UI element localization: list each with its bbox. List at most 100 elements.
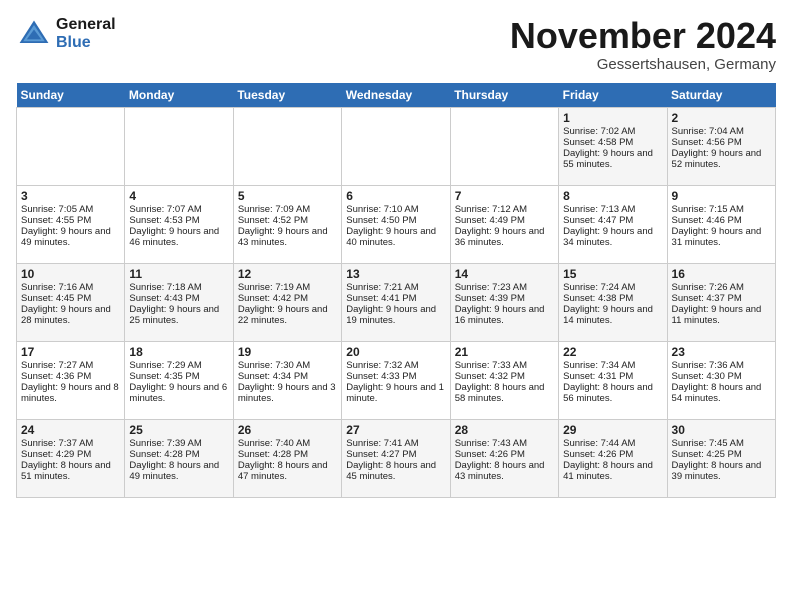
day-info: Sunrise: 7:10 AM bbox=[346, 204, 445, 215]
calendar-cell: 30Sunrise: 7:45 AMSunset: 4:25 PMDayligh… bbox=[667, 419, 775, 497]
day-number: 5 bbox=[238, 189, 337, 203]
calendar-cell: 20Sunrise: 7:32 AMSunset: 4:33 PMDayligh… bbox=[342, 341, 450, 419]
day-info: Daylight: 9 hours and 1 minute. bbox=[346, 382, 445, 404]
calendar-cell bbox=[125, 107, 233, 185]
day-info: Daylight: 9 hours and 11 minutes. bbox=[672, 304, 771, 326]
header-row: Sunday Monday Tuesday Wednesday Thursday… bbox=[17, 83, 776, 108]
day-info: Sunrise: 7:26 AM bbox=[672, 282, 771, 293]
day-info: Sunrise: 7:45 AM bbox=[672, 438, 771, 449]
day-number: 8 bbox=[563, 189, 662, 203]
col-monday: Monday bbox=[125, 83, 233, 108]
day-info: Sunset: 4:35 PM bbox=[129, 371, 228, 382]
calendar-cell: 11Sunrise: 7:18 AMSunset: 4:43 PMDayligh… bbox=[125, 263, 233, 341]
day-number: 4 bbox=[129, 189, 228, 203]
day-number: 28 bbox=[455, 423, 554, 437]
day-info: Sunrise: 7:13 AM bbox=[563, 204, 662, 215]
day-info: Sunset: 4:36 PM bbox=[21, 371, 120, 382]
day-info: Sunrise: 7:16 AM bbox=[21, 282, 120, 293]
day-info: Sunrise: 7:19 AM bbox=[238, 282, 337, 293]
day-info: Sunrise: 7:15 AM bbox=[672, 204, 771, 215]
day-info: Daylight: 9 hours and 31 minutes. bbox=[672, 226, 771, 248]
day-info: Sunrise: 7:04 AM bbox=[672, 126, 771, 137]
day-info: Sunrise: 7:18 AM bbox=[129, 282, 228, 293]
calendar-cell bbox=[17, 107, 125, 185]
col-thursday: Thursday bbox=[450, 83, 558, 108]
calendar-cell: 25Sunrise: 7:39 AMSunset: 4:28 PMDayligh… bbox=[125, 419, 233, 497]
day-number: 16 bbox=[672, 267, 771, 281]
calendar-cell bbox=[450, 107, 558, 185]
calendar-cell: 21Sunrise: 7:33 AMSunset: 4:32 PMDayligh… bbox=[450, 341, 558, 419]
day-info: Sunrise: 7:07 AM bbox=[129, 204, 228, 215]
week-row-2: 10Sunrise: 7:16 AMSunset: 4:45 PMDayligh… bbox=[17, 263, 776, 341]
day-info: Sunset: 4:47 PM bbox=[563, 215, 662, 226]
day-number: 13 bbox=[346, 267, 445, 281]
logo-icon bbox=[16, 16, 52, 52]
day-info: Sunrise: 7:36 AM bbox=[672, 360, 771, 371]
day-info: Sunset: 4:38 PM bbox=[563, 293, 662, 304]
day-number: 1 bbox=[563, 111, 662, 125]
day-info: Sunset: 4:42 PM bbox=[238, 293, 337, 304]
calendar-cell: 6Sunrise: 7:10 AMSunset: 4:50 PMDaylight… bbox=[342, 185, 450, 263]
day-info: Sunset: 4:31 PM bbox=[563, 371, 662, 382]
day-info: Daylight: 9 hours and 3 minutes. bbox=[238, 382, 337, 404]
calendar-cell: 7Sunrise: 7:12 AMSunset: 4:49 PMDaylight… bbox=[450, 185, 558, 263]
calendar-cell: 12Sunrise: 7:19 AMSunset: 4:42 PMDayligh… bbox=[233, 263, 341, 341]
day-number: 2 bbox=[672, 111, 771, 125]
calendar-cell: 13Sunrise: 7:21 AMSunset: 4:41 PMDayligh… bbox=[342, 263, 450, 341]
location: Gessertshausen, Germany bbox=[510, 56, 776, 73]
day-number: 14 bbox=[455, 267, 554, 281]
day-number: 23 bbox=[672, 345, 771, 359]
day-info: Sunset: 4:34 PM bbox=[238, 371, 337, 382]
day-info: Daylight: 9 hours and 52 minutes. bbox=[672, 148, 771, 170]
day-info: Sunset: 4:25 PM bbox=[672, 449, 771, 460]
col-tuesday: Tuesday bbox=[233, 83, 341, 108]
day-info: Sunrise: 7:12 AM bbox=[455, 204, 554, 215]
day-info: Sunset: 4:26 PM bbox=[563, 449, 662, 460]
day-info: Daylight: 8 hours and 58 minutes. bbox=[455, 382, 554, 404]
day-number: 22 bbox=[563, 345, 662, 359]
day-info: Sunrise: 7:39 AM bbox=[129, 438, 228, 449]
day-info: Sunset: 4:58 PM bbox=[563, 137, 662, 148]
calendar-cell bbox=[233, 107, 341, 185]
calendar-cell: 18Sunrise: 7:29 AMSunset: 4:35 PMDayligh… bbox=[125, 341, 233, 419]
calendar-cell: 9Sunrise: 7:15 AMSunset: 4:46 PMDaylight… bbox=[667, 185, 775, 263]
day-info: Daylight: 8 hours and 39 minutes. bbox=[672, 460, 771, 482]
day-info: Sunset: 4:33 PM bbox=[346, 371, 445, 382]
day-info: Daylight: 8 hours and 43 minutes. bbox=[455, 460, 554, 482]
day-info: Daylight: 8 hours and 47 minutes. bbox=[238, 460, 337, 482]
day-info: Sunset: 4:53 PM bbox=[129, 215, 228, 226]
day-info: Sunrise: 7:23 AM bbox=[455, 282, 554, 293]
day-number: 12 bbox=[238, 267, 337, 281]
day-number: 21 bbox=[455, 345, 554, 359]
day-info: Daylight: 9 hours and 34 minutes. bbox=[563, 226, 662, 248]
calendar-cell: 16Sunrise: 7:26 AMSunset: 4:37 PMDayligh… bbox=[667, 263, 775, 341]
calendar-cell: 14Sunrise: 7:23 AMSunset: 4:39 PMDayligh… bbox=[450, 263, 558, 341]
week-row-3: 17Sunrise: 7:27 AMSunset: 4:36 PMDayligh… bbox=[17, 341, 776, 419]
day-info: Sunset: 4:52 PM bbox=[238, 215, 337, 226]
calendar-cell: 5Sunrise: 7:09 AMSunset: 4:52 PMDaylight… bbox=[233, 185, 341, 263]
logo: General Blue bbox=[16, 16, 116, 52]
day-info: Sunrise: 7:44 AM bbox=[563, 438, 662, 449]
day-number: 18 bbox=[129, 345, 228, 359]
calendar-cell: 23Sunrise: 7:36 AMSunset: 4:30 PMDayligh… bbox=[667, 341, 775, 419]
day-info: Sunset: 4:49 PM bbox=[455, 215, 554, 226]
day-info: Sunset: 4:41 PM bbox=[346, 293, 445, 304]
calendar-cell: 15Sunrise: 7:24 AMSunset: 4:38 PMDayligh… bbox=[559, 263, 667, 341]
logo-text: General Blue bbox=[56, 16, 116, 52]
day-info: Sunrise: 7:05 AM bbox=[21, 204, 120, 215]
day-number: 20 bbox=[346, 345, 445, 359]
day-number: 10 bbox=[21, 267, 120, 281]
calendar-cell: 4Sunrise: 7:07 AMSunset: 4:53 PMDaylight… bbox=[125, 185, 233, 263]
col-sunday: Sunday bbox=[17, 83, 125, 108]
calendar-cell: 3Sunrise: 7:05 AMSunset: 4:55 PMDaylight… bbox=[17, 185, 125, 263]
day-info: Daylight: 9 hours and 22 minutes. bbox=[238, 304, 337, 326]
day-info: Daylight: 9 hours and 43 minutes. bbox=[238, 226, 337, 248]
day-number: 9 bbox=[672, 189, 771, 203]
calendar-container: General Blue November 2024 Gessertshause… bbox=[0, 0, 792, 506]
day-number: 24 bbox=[21, 423, 120, 437]
day-info: Daylight: 9 hours and 40 minutes. bbox=[346, 226, 445, 248]
day-number: 27 bbox=[346, 423, 445, 437]
month-title: November 2024 bbox=[510, 16, 776, 56]
day-info: Sunset: 4:50 PM bbox=[346, 215, 445, 226]
day-info: Sunset: 4:55 PM bbox=[21, 215, 120, 226]
